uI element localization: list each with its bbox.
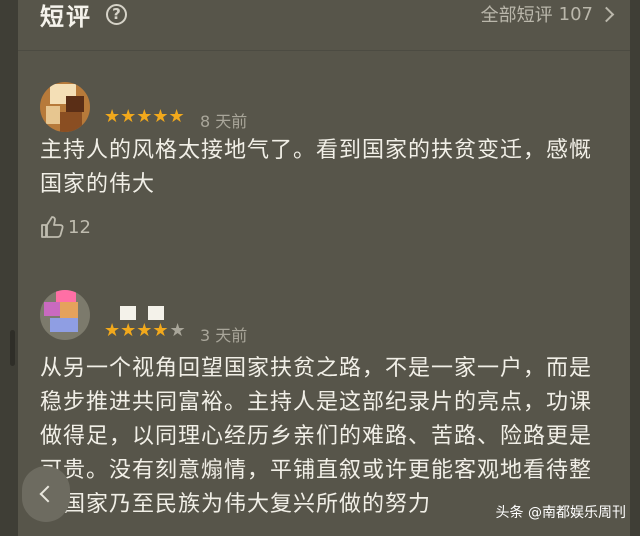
like-count: 12 xyxy=(68,216,91,238)
rating-stars-empty: ★ xyxy=(169,320,186,341)
avatar[interactable] xyxy=(40,290,90,340)
right-edge xyxy=(630,0,640,536)
review-date: 3 天前 xyxy=(200,326,248,345)
scroll-indicator xyxy=(10,330,15,366)
review-text: 主持人的风格太接地气了。看到国家的扶贫变迁，感慨国家的伟大 xyxy=(40,138,593,197)
all-reviews-label: 全部短评 xyxy=(480,5,553,26)
rating-stars-filled: ★★★★ xyxy=(104,320,169,341)
review-item: ★★★★ ★ 3 天前 从另一个视角回望国家扶贫之路，不是一家一户，而是稳步推进… xyxy=(40,290,612,536)
chevron-right-icon xyxy=(598,6,615,22)
like-button[interactable]: 12 xyxy=(40,216,91,238)
review-item: ★★★★★ 8 天前 主持人的风格太接地气了。看到国家的扶贫变迁，感慨国家的伟大… xyxy=(40,82,612,242)
avatar[interactable] xyxy=(40,82,90,132)
all-reviews-link[interactable]: 全部短评 107 xyxy=(480,1,615,27)
username-redacted xyxy=(120,306,164,320)
section-title: 短评 xyxy=(40,2,92,31)
thumbs-up-icon xyxy=(41,216,64,238)
rating-stars: ★★★★★ xyxy=(104,108,185,126)
back-button[interactable] xyxy=(22,466,70,522)
section-header: 短评 ? 全部短评 107 xyxy=(40,0,615,31)
all-reviews-count: 107 xyxy=(558,3,593,25)
watermark: 头条 @南都娱乐周刊 xyxy=(496,502,626,522)
review-date: 8 天前 xyxy=(200,112,248,131)
rating-stars-filled: ★★★★★ xyxy=(104,106,185,127)
left-edge xyxy=(0,0,18,536)
divider xyxy=(18,50,630,51)
chevron-left-icon xyxy=(39,485,57,503)
review-text: 从另一个视角回望国家扶贫之路，不是一家一户，而是稳步推进共同富裕。主持人是这部纪… xyxy=(40,356,593,517)
watermark-text: 头条 @南都娱乐周刊 xyxy=(495,505,626,521)
help-icon[interactable]: ? xyxy=(106,3,127,25)
rating-stars: ★★★★ ★ xyxy=(104,322,186,340)
